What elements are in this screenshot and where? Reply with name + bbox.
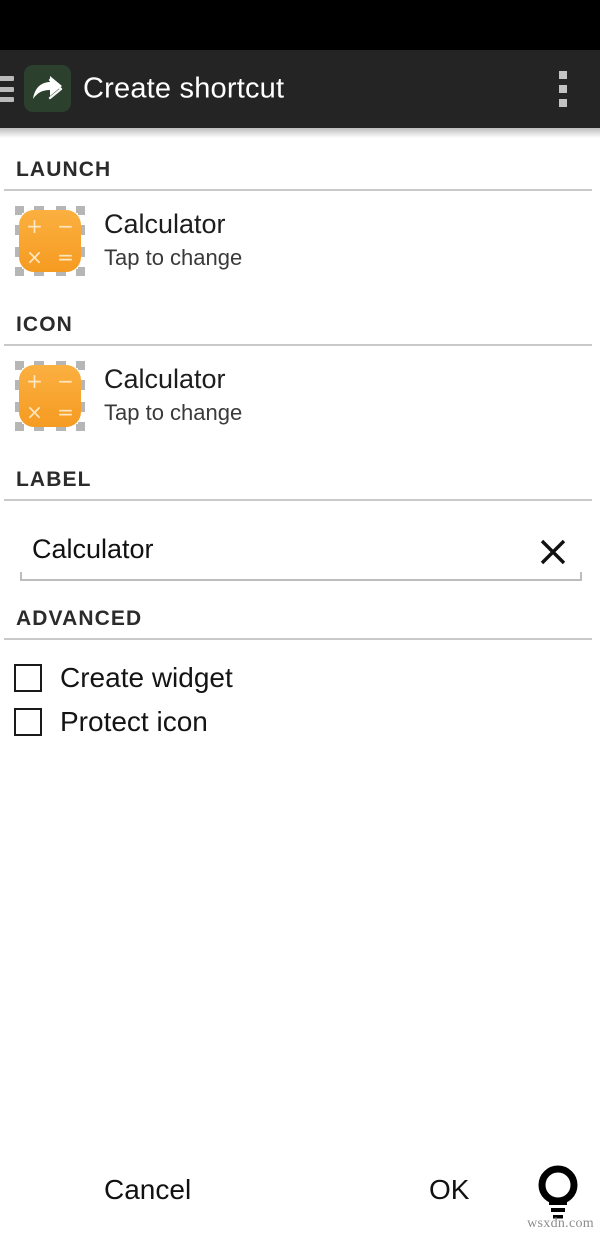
dialog-button-bar: Cancel OK wsxdn.com — [0, 1148, 600, 1234]
icon-target-row[interactable]: + − × = Calculator Tap to change — [0, 346, 600, 448]
overflow-menu-icon[interactable] — [559, 71, 567, 107]
plus-symbol: + — [26, 368, 43, 393]
calculator-icon: + − × = — [19, 365, 81, 427]
checkbox-box[interactable] — [14, 664, 42, 692]
checkbox-label: Create widget — [60, 662, 233, 693]
status-bar — [0, 0, 600, 50]
cancel-button[interactable]: Cancel — [104, 1174, 191, 1206]
section-title-advanced: ADVANCED — [16, 607, 143, 630]
input-underline — [20, 572, 582, 581]
section-title-label: LABEL — [16, 468, 92, 491]
ok-button[interactable]: OK — [429, 1174, 469, 1206]
section-header-icon: ICON — [0, 293, 600, 346]
checkbox-protect-icon[interactable]: Protect icon — [14, 700, 600, 744]
launch-target-row[interactable]: + − × = Calculator Tap to change — [0, 191, 600, 293]
watermark: wsxdn.com — [527, 1216, 594, 1231]
minus-symbol: − — [57, 213, 74, 238]
checkbox-create-widget[interactable]: Create widget — [14, 656, 600, 700]
launch-app-hint: Tap to change — [104, 245, 243, 271]
launch-icon-preview[interactable]: + − × = — [12, 203, 88, 279]
lightbulb-icon[interactable] — [527, 1160, 589, 1222]
section-header-label: LABEL — [0, 448, 600, 501]
section-divider — [4, 499, 592, 501]
icon-app-hint: Tap to change — [104, 400, 243, 426]
multiply-symbol: × — [26, 399, 43, 424]
section-header-advanced: ADVANCED — [0, 581, 600, 640]
minus-symbol: − — [57, 368, 74, 393]
hamburger-menu-icon[interactable] — [0, 76, 14, 102]
checkbox-box[interactable] — [14, 708, 42, 736]
section-divider — [4, 638, 592, 640]
equals-symbol: = — [57, 399, 74, 424]
label-field — [20, 523, 582, 581]
toolbar-shadow — [0, 128, 600, 138]
multiply-symbol: × — [26, 244, 43, 269]
page-title: Create shortcut — [83, 72, 285, 105]
section-divider — [4, 189, 592, 191]
label-input[interactable] — [20, 533, 530, 571]
icon-preview[interactable]: + − × = — [12, 358, 88, 434]
checkbox-label: Protect icon — [60, 706, 208, 737]
forward-arrow-icon — [24, 65, 71, 112]
advanced-options: Create widget Protect icon — [0, 640, 600, 744]
section-divider — [4, 344, 592, 346]
calculator-icon: + − × = — [19, 210, 81, 272]
plus-symbol: + — [26, 213, 43, 238]
icon-row-text: Calculator Tap to change — [104, 364, 242, 428]
app-screen: Create shortcut LAUNCH + − × = Calculato — [0, 0, 600, 1234]
icon-app-name: Calculator — [104, 364, 226, 395]
settings-content: LAUNCH + − × = Calculator Tap to change … — [0, 138, 600, 1234]
section-title-launch: LAUNCH — [16, 158, 112, 181]
app-toolbar: Create shortcut — [0, 50, 600, 128]
close-icon[interactable] — [530, 529, 576, 575]
launch-app-name: Calculator — [104, 209, 226, 240]
section-header-launch: LAUNCH — [0, 138, 600, 191]
equals-symbol: = — [57, 244, 74, 269]
section-title-icon: ICON — [16, 313, 73, 336]
launch-row-text: Calculator Tap to change — [104, 209, 242, 273]
